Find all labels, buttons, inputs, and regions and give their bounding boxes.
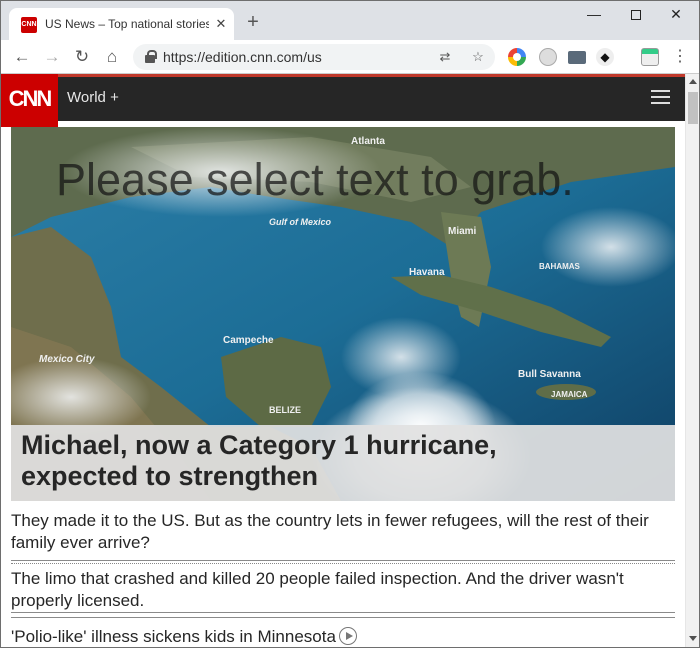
- map-label-miami: Miami: [448, 226, 477, 237]
- home-button[interactable]: ⌂: [100, 45, 124, 69]
- text-grab-overlay-message: Please select text to grab.: [56, 154, 574, 205]
- hero-headline[interactable]: Michael, now a Category 1 hurricane, exp…: [21, 430, 621, 492]
- page-scrollbar[interactable]: [685, 74, 699, 647]
- map-label-gulf: Gulf of Mexico: [269, 217, 332, 227]
- cnn-logo[interactable]: CNN: [1, 74, 58, 127]
- story-text: 'Polio-like' illness sickens kids in Min…: [11, 627, 336, 646]
- tab-close-icon[interactable]: ✕: [213, 16, 229, 32]
- extension-gray-icon[interactable]: [539, 48, 557, 66]
- address-bar[interactable]: https://edition.cnn.com/us ⇄ ☆: [133, 44, 495, 70]
- browser-window: CNN US News – Top national stories ✕ + —…: [0, 0, 700, 648]
- url-text: https://edition.cnn.com/us: [163, 49, 322, 65]
- extension-chrome-icon[interactable]: [508, 48, 526, 66]
- story-divider: [11, 617, 675, 618]
- map-label-bull-savanna: Bull Savanna: [518, 369, 581, 380]
- map-label-bahamas: BAHAMAS: [539, 262, 581, 271]
- map-label-belize: BELIZE: [269, 405, 301, 415]
- hamburger-menu-icon[interactable]: [651, 90, 670, 105]
- map-label-campeche: Campeche: [223, 335, 274, 346]
- story-link-refugees[interactable]: They made it to the US. But as the count…: [11, 510, 675, 554]
- play-circle-icon[interactable]: [338, 627, 357, 645]
- story-link-limo[interactable]: The limo that crashed and killed 20 peop…: [11, 568, 675, 612]
- translate-icon[interactable]: ⇄: [436, 48, 454, 66]
- extension-fish-icon[interactable]: ◆: [596, 48, 614, 66]
- map-label-mexico-city: Mexico City: [39, 354, 95, 365]
- scroll-down-arrow-icon[interactable]: [689, 636, 697, 641]
- minimize-button[interactable]: —: [571, 1, 617, 29]
- forward-button[interactable]: →: [40, 45, 64, 69]
- extension-window-icon[interactable]: [641, 48, 659, 66]
- reload-button[interactable]: ↻: [70, 45, 94, 69]
- lock-icon: [145, 50, 157, 63]
- extension-screen-icon[interactable]: [568, 51, 586, 64]
- map-label-atlanta: Atlanta: [351, 136, 385, 147]
- browser-menu-icon[interactable]: ⋮: [672, 46, 688, 68]
- cnn-header: World +: [1, 77, 685, 121]
- bookmark-star-icon[interactable]: ☆: [469, 48, 487, 66]
- tab-strip: CNN US News – Top national stories ✕ + —…: [1, 1, 699, 40]
- story-divider: [11, 563, 675, 564]
- story-divider: [11, 612, 675, 613]
- nav-world-link[interactable]: World +: [67, 89, 119, 106]
- map-label-havana: Havana: [409, 267, 445, 278]
- back-button[interactable]: ←: [10, 45, 34, 69]
- close-window-button[interactable]: ✕: [653, 1, 699, 29]
- scroll-up-arrow-icon[interactable]: [689, 79, 697, 84]
- story-divider: [11, 560, 675, 561]
- tab-title: US News – Top national stories: [45, 17, 209, 31]
- story-link-polio[interactable]: 'Polio-like' illness sickens kids in Min…: [11, 626, 675, 647]
- maximize-icon: [631, 10, 641, 21]
- browser-toolbar: ← → ↻ ⌂ https://edition.cnn.com/us ⇄ ☆ ◆…: [1, 40, 699, 74]
- cnn-favicon-icon: CNN: [21, 17, 37, 33]
- tab-us-news[interactable]: CNN US News – Top national stories ✕: [9, 8, 234, 40]
- new-tab-button[interactable]: +: [243, 12, 263, 32]
- map-label-jamaica: JAMAICA: [551, 390, 588, 399]
- scroll-thumb[interactable]: [688, 92, 698, 124]
- page-viewport: World + CNN Atlanta Gulf of Mexico Miami…: [1, 74, 685, 647]
